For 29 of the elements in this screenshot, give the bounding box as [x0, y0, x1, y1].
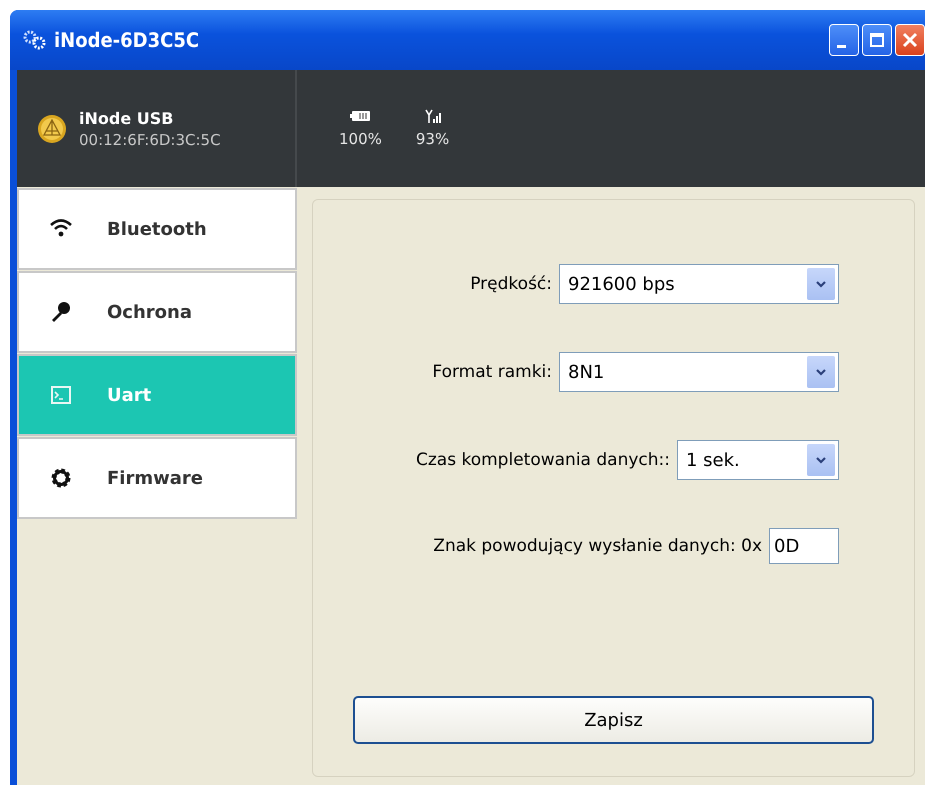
- sidebar-item[interactable]: Bluetooth: [17, 188, 297, 270]
- save-button[interactable]: Zapisz: [353, 696, 874, 744]
- signal-icon: [422, 108, 443, 124]
- close-icon: [902, 32, 918, 48]
- dropdown[interactable]: 921600 bps: [559, 264, 839, 304]
- field-label: Format ramki:: [432, 362, 552, 382]
- maximize-button[interactable]: [862, 24, 892, 56]
- window-title: iNode-6D3C5C: [54, 28, 200, 52]
- gears-icon: [22, 29, 48, 51]
- status-reading: 100%: [339, 130, 382, 148]
- status-reading: 93%: [416, 130, 450, 148]
- terminal-icon: [49, 383, 73, 407]
- minimize-button[interactable]: [829, 24, 859, 56]
- sidebar-item[interactable]: Ochrona: [17, 271, 297, 353]
- close-button[interactable]: [895, 24, 925, 56]
- device-name: iNode USB: [79, 108, 174, 128]
- minimize-icon: [836, 44, 846, 48]
- gear-icon: [49, 466, 73, 490]
- field-label: Znak powodujący wysłanie danych: 0x: [433, 536, 762, 556]
- dropdown[interactable]: 8N1: [559, 352, 839, 392]
- field-label: Prędkość:: [470, 274, 552, 294]
- device-address: 00:12:6F:6D:3C:5C: [79, 130, 221, 148]
- field-label: Czas kompletowania danych::: [416, 450, 670, 470]
- sidebar-item[interactable]: Firmware: [17, 437, 297, 519]
- battery-icon: [350, 108, 370, 124]
- dropdown[interactable]: 1 sek.: [677, 440, 839, 480]
- input-field[interactable]: 0D: [769, 528, 839, 564]
- device-logo-icon: [37, 114, 67, 144]
- maximize-icon: [869, 32, 885, 48]
